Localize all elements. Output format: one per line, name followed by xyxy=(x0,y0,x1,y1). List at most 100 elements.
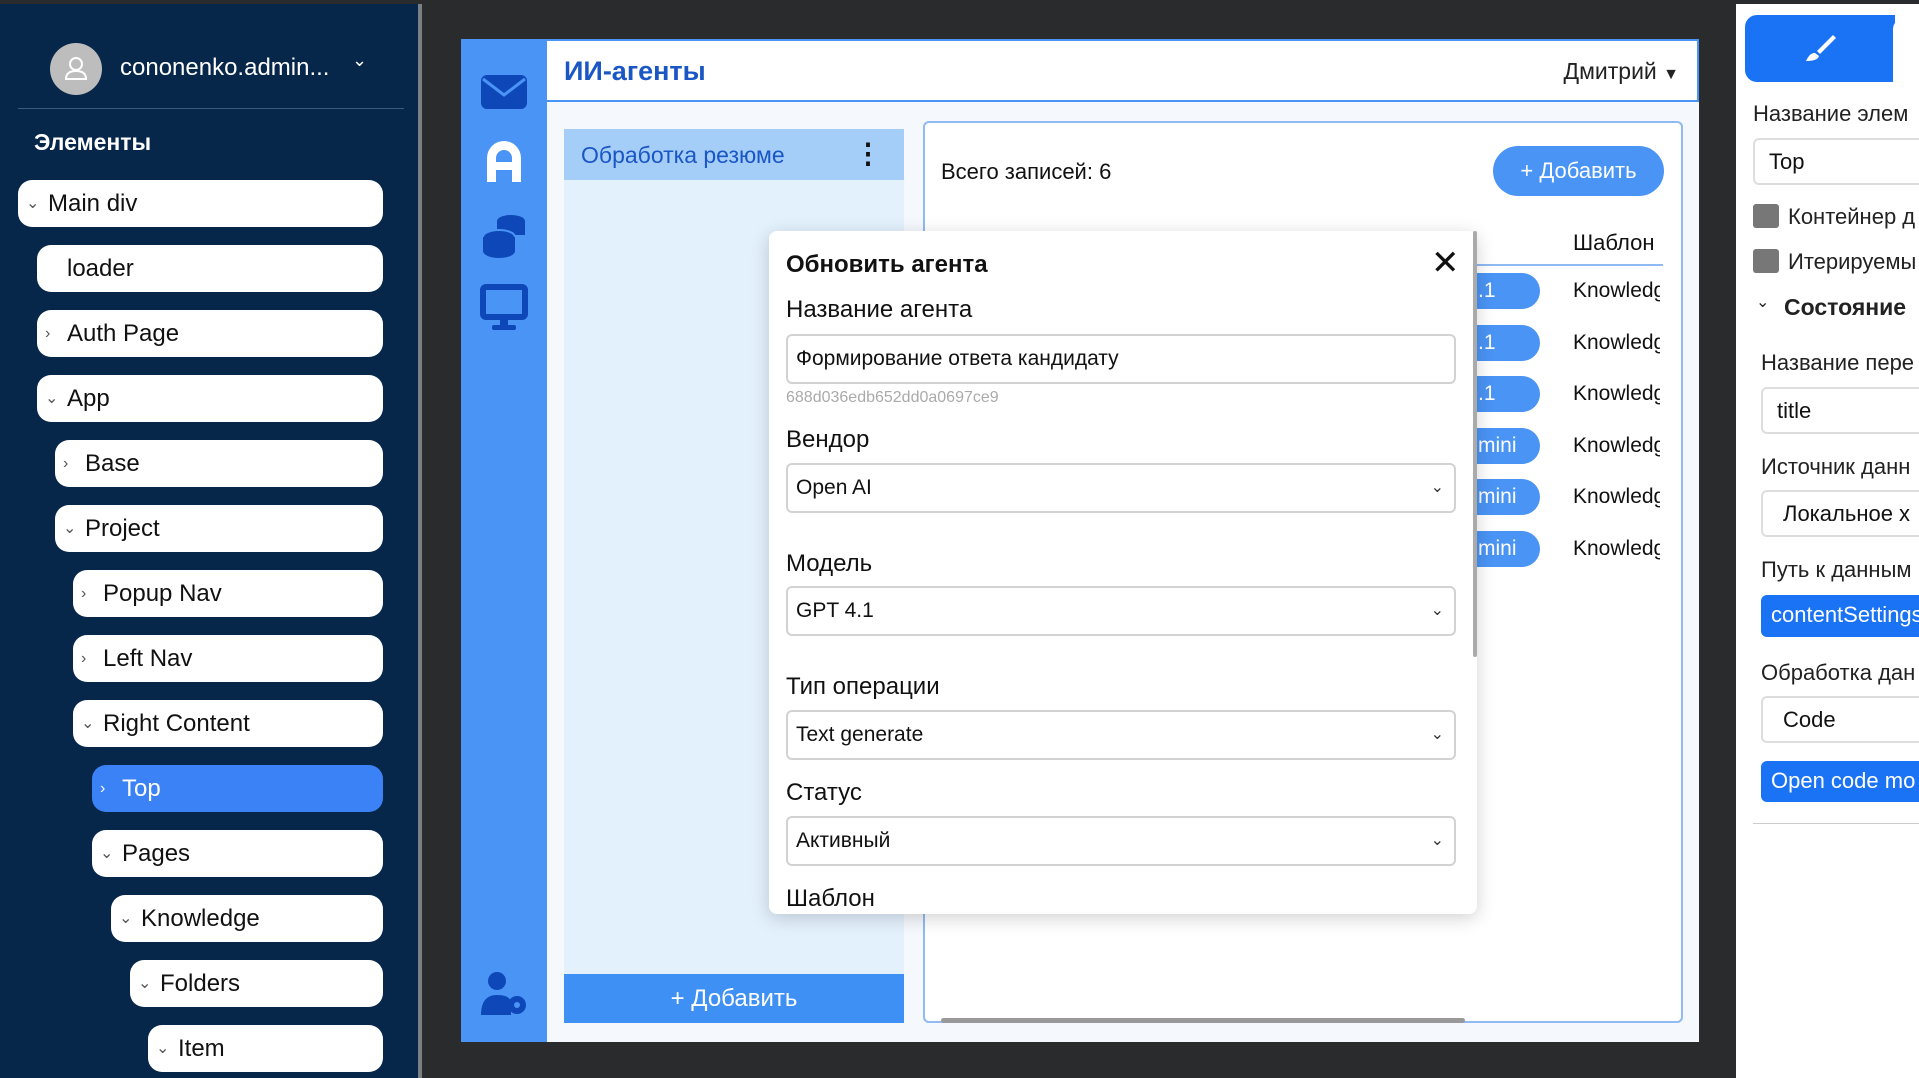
tree-item[interactable]: › Left Nav xyxy=(73,635,383,682)
chevron-down-icon[interactable]: ⌄ xyxy=(63,505,76,552)
data-source-select[interactable]: Локальное х xyxy=(1761,490,1919,537)
more-vertical-icon[interactable]: ⋮ xyxy=(854,137,882,170)
template-cell: Knowledge xyxy=(1573,536,1660,560)
divider xyxy=(18,108,404,109)
tab-style[interactable] xyxy=(1745,15,1895,82)
tree-item[interactable]: ⌄ Project xyxy=(55,505,383,552)
template-label: Шаблон xyxy=(786,885,875,912)
model-badge: .1 xyxy=(1470,376,1540,412)
tree-item[interactable]: ⌄ Item xyxy=(148,1025,383,1072)
chevron-right-icon[interactable]: › xyxy=(63,440,68,487)
model-badge: mini xyxy=(1470,530,1540,567)
tree-item[interactable]: › Top xyxy=(92,765,383,812)
icon-nav-bar xyxy=(461,39,547,1042)
column-header-template: Шаблон xyxy=(1573,230,1655,255)
tree-item[interactable]: ⌄ Main div xyxy=(18,180,383,227)
chevron-down-icon[interactable]: ⌄ xyxy=(1756,292,1769,312)
operation-type-select[interactable]: Text generate ⌄ xyxy=(786,710,1456,760)
tree-item[interactable]: ⌄ Right Content xyxy=(73,700,383,747)
close-icon[interactable]: ✕ xyxy=(1431,243,1460,283)
brush-icon xyxy=(1806,35,1836,61)
model-badge: .1 xyxy=(1470,324,1540,361)
data-processing-select[interactable]: Code xyxy=(1761,696,1919,743)
database-coins-icon[interactable] xyxy=(479,209,529,259)
tree-item[interactable]: › Auth Page xyxy=(37,310,383,357)
tree-item-label: App xyxy=(67,385,110,412)
data-path-input[interactable]: contentSettings xyxy=(1761,595,1919,637)
agent-name-label: Название агента xyxy=(786,296,973,323)
tree-item[interactable]: › Base xyxy=(55,440,383,487)
tree-item[interactable]: ⌄ Folders xyxy=(130,960,383,1007)
chevron-down-icon[interactable]: ⌄ xyxy=(156,1025,169,1072)
user-menu[interactable]: Дмитрий ▼ xyxy=(1564,58,1680,85)
chevron-down-icon[interactable]: ⌄ xyxy=(119,895,132,942)
chevron-down-icon[interactable]: ⌄ xyxy=(26,180,39,227)
operation-type-value: Text generate xyxy=(796,723,924,746)
tree-item-label: Pages xyxy=(122,840,191,867)
update-agent-modal: Обновить агента ✕ Название агента Формир… xyxy=(769,231,1477,914)
user-settings-icon[interactable] xyxy=(479,969,529,1019)
model-value: GPT 4.1 xyxy=(796,599,874,622)
chevron-right-icon[interactable]: › xyxy=(45,310,50,357)
chevron-down-icon[interactable]: ⌄ xyxy=(81,700,94,747)
list-item[interactable]: Обработка резюме ⋮ xyxy=(564,129,904,180)
tree-item[interactable]: ⌄ App xyxy=(37,375,383,422)
chevron-down-icon[interactable]: ⌄ xyxy=(100,830,113,877)
add-agent-button[interactable]: + Добавить xyxy=(564,974,904,1023)
container-checkbox[interactable] xyxy=(1753,204,1779,228)
user-icon xyxy=(64,57,88,80)
tree-item-label: Folders xyxy=(160,970,241,997)
chevron-right-icon[interactable]: › xyxy=(81,635,86,682)
tree-item-label: Knowledge xyxy=(141,905,260,932)
mail-icon[interactable] xyxy=(479,67,529,117)
monitor-icon[interactable] xyxy=(479,283,529,333)
iterable-checkbox[interactable] xyxy=(1753,249,1779,273)
elements-sidebar: cononenko.admin... ⌄ Элементы ⌄ Main div l… xyxy=(0,4,422,1078)
user-name: Дмитрий xyxy=(1563,58,1657,84)
model-select[interactable]: GPT 4.1 ⌄ xyxy=(786,586,1456,636)
vendor-select[interactable]: Open AI ⌄ xyxy=(786,463,1456,513)
caret-down-icon: ▼ xyxy=(1663,66,1679,83)
horizontal-scrollbar[interactable] xyxy=(941,1018,1465,1023)
model-badge: mini xyxy=(1470,479,1540,515)
state-section-title[interactable]: Состояние xyxy=(1784,294,1906,321)
iterable-checkbox-label: Итерируемы xyxy=(1788,249,1917,274)
tree-item[interactable]: ⌄ Pages xyxy=(92,830,383,877)
tree-item[interactable]: loader xyxy=(37,245,383,292)
tree-item-label: Base xyxy=(85,450,140,477)
modal-title: Обновить агента xyxy=(786,251,988,278)
status-select[interactable]: Активный ⌄ xyxy=(786,816,1456,866)
model-badge: .1 xyxy=(1470,273,1540,309)
variable-name-input[interactable]: title xyxy=(1761,387,1919,434)
avatar[interactable] xyxy=(50,43,102,95)
tree-item-label: loader xyxy=(67,255,134,282)
chevron-right-icon[interactable]: › xyxy=(81,570,86,617)
chevron-down-icon[interactable]: ⌄ xyxy=(138,960,151,1007)
template-cell: Knowledge xyxy=(1573,382,1660,405)
template-cell: Knowledge xyxy=(1573,330,1660,354)
total-records: Всего записей: 6 xyxy=(941,159,1112,184)
chevron-down-icon[interactable]: ⌄ xyxy=(352,50,367,71)
agent-name-input[interactable]: Формирование ответа кандидату xyxy=(786,334,1456,384)
container-checkbox-label: Контейнер д xyxy=(1788,204,1916,229)
username[interactable]: cononenko.admin... xyxy=(120,54,329,82)
chevron-down-icon[interactable]: ⌄ xyxy=(45,375,58,422)
vendor-value: Open AI xyxy=(796,476,872,499)
tree-item[interactable]: ⌄ Knowledge xyxy=(111,895,383,942)
page-header: ИИ-агенты Дмитрий ▼ xyxy=(547,39,1699,102)
chevron-down-icon: ⌄ xyxy=(1430,479,1444,496)
chevron-down-icon: ⌄ xyxy=(1430,726,1444,743)
agent-id: 688d036edb652dd0a0697ce9 xyxy=(786,389,999,406)
add-record-button[interactable]: + Добавить xyxy=(1493,146,1664,196)
data-source-label: Источник данн xyxy=(1761,454,1911,479)
open-code-modal-button[interactable]: Open code mo xyxy=(1761,761,1919,802)
tree-item-label: Right Content xyxy=(103,710,250,737)
tree-item-label: Left Nav xyxy=(103,645,193,672)
agent-a-icon[interactable] xyxy=(479,136,529,186)
tab-settings[interactable] xyxy=(1893,19,1919,82)
element-name-input[interactable]: Top xyxy=(1753,138,1919,185)
model-badge: mini xyxy=(1470,427,1540,464)
modal-scrollbar[interactable] xyxy=(1473,231,1477,657)
tree-item[interactable]: › Popup Nav xyxy=(73,570,383,617)
chevron-right-icon[interactable]: › xyxy=(100,765,105,812)
